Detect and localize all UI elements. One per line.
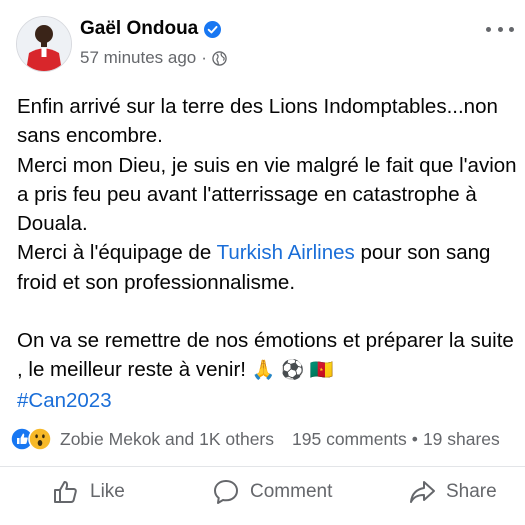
post-timestamp[interactable]: 57 minutes ago (80, 48, 196, 68)
wow-reaction-icon (28, 427, 52, 451)
avatar-image (17, 17, 71, 71)
comments-count[interactable]: 195 comments (292, 429, 407, 450)
share-arrow-icon (410, 481, 435, 503)
post-body: Enfin arrivé sur la terre des Lions Indo… (17, 92, 517, 415)
shares-count[interactable]: 19 shares (423, 429, 500, 450)
comment-button[interactable]: Comment (212, 478, 332, 506)
meta-separator: · (201, 48, 207, 67)
more-options-icon[interactable] (486, 20, 514, 38)
stats-separator: • (411, 428, 418, 449)
author-row: Gaël Ondoua (80, 18, 222, 40)
post-line: Merci à l'équipage de Turkish Airlines p… (17, 241, 491, 294)
reactions-text[interactable]: Zobie Mekok and 1K others (60, 429, 274, 450)
post-line: Merci mon Dieu, je suis en vie malgré le… (17, 153, 517, 236)
comment-label: Comment (250, 481, 333, 502)
airline-link[interactable]: Turkish Airlines (217, 241, 355, 264)
comment-bubble-icon (214, 480, 238, 504)
post-line: On va se remettre de nos émotions et pré… (17, 329, 514, 382)
globe-icon (212, 50, 227, 66)
post-header: Gaël Ondoua 57 minutes ago · (14, 12, 514, 76)
post-line: Enfin arrivé sur la terre des Lions Indo… (17, 95, 498, 148)
post-meta: 57 minutes ago · (80, 48, 227, 68)
emoji-group: 🙏 ⚽ 🇨🇲 (251, 360, 334, 382)
share-label: Share (446, 481, 497, 502)
author-name[interactable]: Gaël Ondoua (80, 18, 198, 40)
thumbs-up-icon (54, 481, 77, 503)
hashtag-line: #Can2023 (17, 386, 517, 415)
action-bar: Like Comment Share (0, 478, 525, 518)
hashtag-link[interactable]: #Can2023 (17, 389, 112, 412)
divider (0, 466, 525, 467)
like-button[interactable]: Like (52, 478, 125, 506)
like-label: Like (90, 481, 125, 502)
avatar[interactable] (16, 16, 72, 72)
reaction-icons[interactable] (10, 427, 52, 451)
share-button[interactable]: Share (408, 478, 497, 506)
reaction-summary: Zobie Mekok and 1K others 195 comments •… (10, 426, 525, 452)
verified-badge-icon (204, 20, 222, 38)
